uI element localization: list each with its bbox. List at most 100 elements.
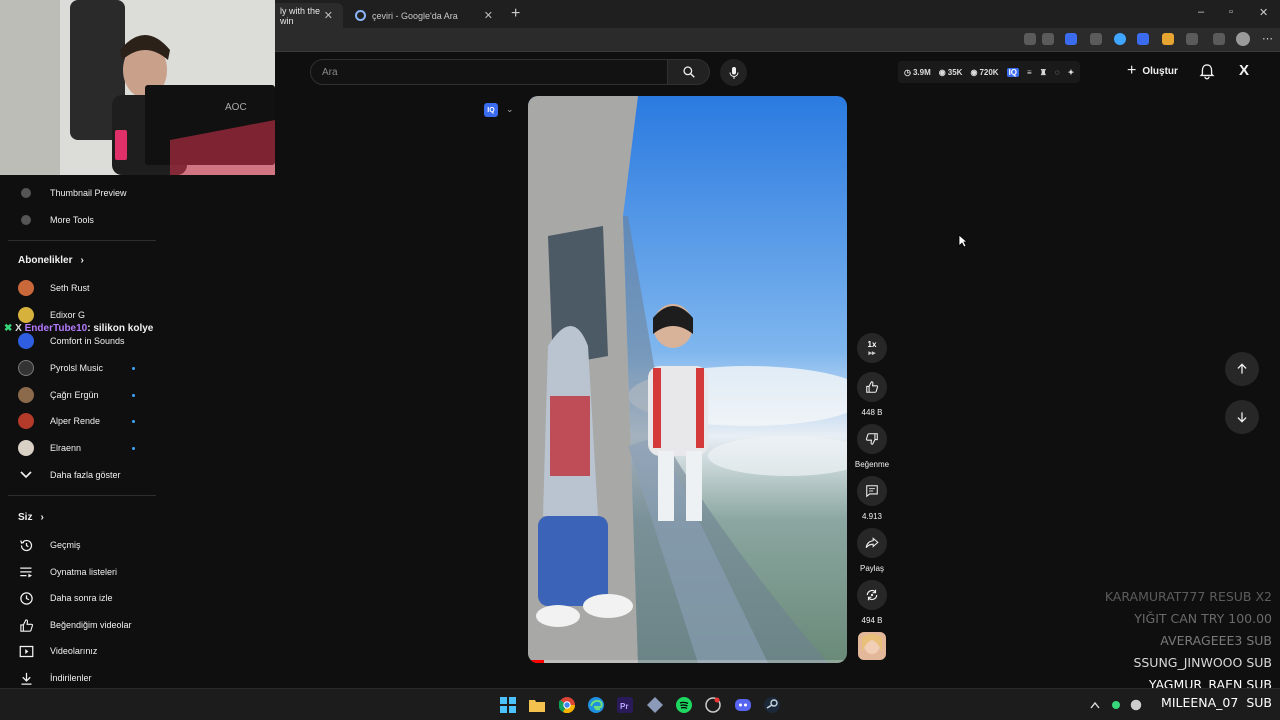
discord-icon[interactable] [734, 696, 752, 714]
file-explorer-icon[interactable] [528, 696, 546, 714]
sidebar-item-liked-videos[interactable]: Beğendiğim videolar [18, 617, 132, 633]
shorts-video-player[interactable] [528, 96, 847, 663]
sidebar-item-your-videos[interactable]: Videolarınız [18, 643, 97, 659]
settings-icon[interactable] [1213, 33, 1225, 45]
sidebar-item-subscription[interactable]: Elraenn [18, 440, 81, 456]
sub-name: SSUNG_JINWOOO [1133, 655, 1243, 670]
sidebar-item-label: İndirilenler [50, 673, 92, 683]
sidebar-item-downloads[interactable]: İndirilenler [18, 670, 92, 686]
sub-alert-row: SSUNG_JINWOOO SUB [1105, 652, 1272, 674]
chevron-down-icon[interactable]: ⌄ [506, 104, 514, 115]
show-more-button[interactable]: Daha fazla göster [18, 467, 121, 483]
section-title: Siz [18, 512, 33, 523]
shield-icon[interactable] [1090, 33, 1102, 45]
sidebar: Thumbnail Preview More Tools Abonelikler… [0, 175, 160, 687]
premiere-icon[interactable]: Pr [616, 696, 634, 714]
sub-name: AVERAGEEE3 [1160, 633, 1243, 648]
steam-tray-icon[interactable] [1127, 696, 1145, 714]
tray-status-icon[interactable] [1107, 696, 1125, 714]
video-progress-bar[interactable] [528, 660, 847, 663]
app-icon[interactable] [646, 696, 664, 714]
iq-icon[interactable]: IQ [484, 103, 498, 117]
sidebar-item-watch-later[interactable]: Daha sonra izle [18, 590, 113, 606]
tab-google[interactable]: çeviri - Google'da Ara ✕ [345, 3, 503, 28]
sidebar-item-subscription[interactable]: Seth Rust [18, 280, 90, 296]
arrow-up-icon [1237, 363, 1247, 374]
webcam-overlay: AOC [0, 0, 275, 175]
edge-icon[interactable] [587, 696, 605, 714]
sound-thumbnail[interactable] [858, 632, 886, 660]
spotify-icon[interactable] [675, 696, 693, 714]
maximize-button[interactable]: ▫ [1229, 6, 1233, 18]
subscriptions-heading[interactable]: Abonelikler › [18, 255, 84, 266]
sidebar-item-playlists[interactable]: Oynatma listeleri [18, 564, 117, 580]
close-window-button[interactable]: ✕ [1259, 6, 1268, 19]
new-tab-button[interactable]: + [511, 5, 520, 23]
sidebar-item-more-tools[interactable]: More Tools [18, 212, 94, 228]
steam-icon[interactable] [763, 696, 781, 714]
channel-stats-bar: ◷ 3.9M ◉ 35K ◉ 720K IQ ≡ ♜ ◌ ✦ [898, 61, 1081, 83]
sidebar-item-label: Videolarınız [50, 646, 98, 656]
like-button[interactable]: 448 B [854, 372, 890, 417]
app-icon[interactable] [704, 696, 722, 714]
list-icon[interactable]: ≡ [1027, 68, 1032, 77]
profile-avatar[interactable] [1236, 32, 1250, 46]
badge-icon: ✖ [4, 323, 13, 334]
channel-avatar [18, 307, 34, 323]
minimize-button[interactable]: – [1198, 6, 1204, 18]
dislike-button[interactable]: Beğenme [854, 424, 890, 469]
sub-alert-row: MILEENA_07 SUB [1161, 695, 1272, 710]
sidebar-item-subscription[interactable]: Comfort in Sounds [18, 333, 125, 349]
new-content-dot [132, 367, 135, 370]
more-menu-icon[interactable]: ⋯ [1262, 32, 1273, 45]
sidebar-item-subscription[interactable]: Pyrolsl Music [18, 360, 103, 376]
sidebar-item-label: Comfort in Sounds [50, 336, 125, 346]
extension-icon[interactable] [1024, 33, 1036, 45]
notifications-button[interactable] [1199, 63, 1215, 85]
arrow-down-icon [1237, 412, 1247, 423]
previous-video-button[interactable] [1225, 352, 1259, 386]
sidebar-item-subscription[interactable]: Alper Rende [18, 413, 100, 429]
extension-icon[interactable] [1137, 33, 1149, 45]
sidebar-item-label: Daha fazla göster [50, 470, 121, 480]
sidebar-item-thumbnail-preview[interactable]: Thumbnail Preview [18, 185, 127, 201]
comments-button[interactable]: 4.913 [854, 476, 890, 521]
share-button[interactable]: Paylaş [854, 528, 890, 573]
next-video-button[interactable] [1225, 400, 1259, 434]
chat-icon[interactable]: ◌ [1055, 68, 1060, 77]
sparkle-icon[interactable]: ✦ [1068, 68, 1075, 77]
remix-button[interactable]: 494 B [854, 580, 890, 625]
sidebar-item-label: Beğendiğim videolar [50, 620, 132, 630]
x-logo-button[interactable]: X [1239, 62, 1249, 79]
sidebar-item-label: Elraenn [50, 443, 82, 453]
playlist-icon [18, 564, 34, 580]
tab-video[interactable]: ly with the win ✕ [270, 3, 343, 28]
close-tab-icon[interactable]: ✕ [484, 9, 493, 22]
favorite-icon[interactable] [1042, 33, 1054, 45]
sub-name: YIĞIT CAN [1134, 611, 1198, 626]
sidebar-item-subscription[interactable]: Edixor G [18, 307, 85, 323]
sidebar-item-subscription[interactable]: Çağrı Ergün [18, 387, 99, 403]
extension-icon[interactable] [1114, 33, 1126, 45]
search-input[interactable]: Ara [310, 59, 668, 85]
remix-icon [857, 580, 887, 610]
iq-icon[interactable]: IQ [1006, 67, 1020, 77]
search-button[interactable] [668, 59, 710, 85]
close-tab-icon[interactable]: ✕ [324, 9, 333, 22]
sidebar-item-history[interactable]: Geçmiş [18, 537, 81, 553]
divider [8, 240, 156, 241]
chevron-up-icon[interactable] [1086, 696, 1104, 714]
chevron-down-icon [18, 467, 34, 483]
trophy-icon[interactable]: ♜ [1040, 68, 1047, 77]
translate-icon[interactable] [1065, 33, 1077, 45]
playback-speed-button[interactable]: 1x ▸▸ [857, 333, 887, 363]
puzzle-icon[interactable] [1186, 33, 1198, 45]
windows-start-icon[interactable] [499, 696, 517, 714]
create-button[interactable]: + Oluştur [1127, 62, 1178, 80]
chrome-icon[interactable] [558, 696, 576, 714]
divider [8, 495, 156, 496]
mouse-cursor [958, 234, 969, 253]
you-heading[interactable]: Siz › [18, 512, 44, 523]
voice-search-button[interactable] [720, 59, 747, 86]
extension-icon[interactable] [1162, 33, 1174, 45]
